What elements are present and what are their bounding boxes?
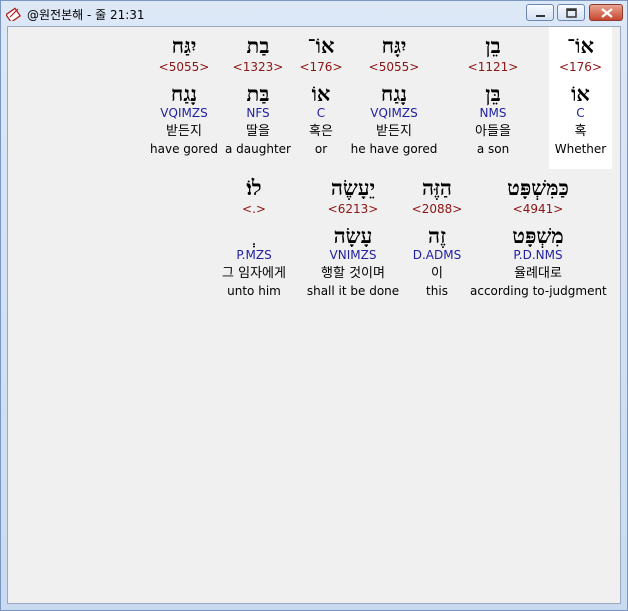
app-window: @원전본해 - 줄 21:31 יִגַּח <5055> נָגַח VQIM…	[0, 0, 628, 611]
hebrew-word: אוֹ־	[567, 33, 594, 58]
korean-gloss: 행할 것이며	[321, 266, 385, 281]
maximize-icon	[566, 8, 577, 18]
strong-number: <6213>	[327, 202, 379, 216]
hebrew-lemma: מִשְׁפָּט	[512, 223, 564, 248]
morphology-code: NMS	[479, 106, 507, 120]
morphology-code: P.D.NMS	[513, 248, 563, 262]
morphology-code: NFS	[246, 106, 270, 120]
hebrew-lemma: נָגַח	[380, 81, 408, 106]
korean-gloss: 받든지	[166, 124, 202, 139]
strong-number: <176>	[558, 60, 602, 74]
hebrew-lemma: נָגַח	[170, 81, 198, 106]
window-title: @원전본해 - 줄 21:31	[27, 8, 145, 22]
strong-number: <1323>	[232, 60, 284, 74]
english-gloss: according to-judgment	[470, 284, 607, 298]
strong-number: <5055>	[368, 60, 420, 74]
word-column[interactable]: בַת <1323> בַּת NFS 딸을 a daughter	[224, 33, 292, 156]
word-column[interactable]: יִגָּח <5055> נָגַח VQIMZS 받든지 he have g…	[350, 33, 438, 156]
hebrew-word: יִגָּח	[381, 33, 407, 58]
english-gloss: this	[426, 284, 448, 298]
korean-gloss: 아들을	[475, 124, 511, 139]
interlinear-panel[interactable]: יִגַּח <5055> נָגַח VQIMZS 받든지 have gore…	[7, 26, 621, 604]
morphology-code: C	[576, 106, 585, 120]
morphology-code: C	[316, 106, 326, 120]
word-column[interactable]: יֵעָשֶׂה <6213> עָשָׂה VNIMZS 행할 것이며 sha…	[304, 175, 402, 298]
morphology-code: D.ADMS	[412, 248, 462, 262]
english-gloss: Whether	[554, 142, 607, 156]
hebrew-lemma: בַּת	[246, 81, 270, 106]
english-gloss: he have gored	[350, 142, 438, 156]
word-column-selected[interactable]: אוֹ־ <176> אוֹ C 혹 Whether	[549, 33, 612, 156]
app-icon	[6, 7, 22, 21]
hebrew-lemma: ְ	[211, 224, 297, 248]
hebrew-word: כַּמִּשְׁפָּט	[507, 175, 569, 200]
hebrew-word: לוֹ׃	[246, 175, 262, 200]
minimize-button[interactable]	[526, 4, 554, 21]
morphology-code: VQIMZS	[160, 106, 208, 120]
english-gloss: unto him	[227, 284, 281, 298]
korean-gloss: 받든지	[376, 124, 412, 139]
strong-number: <4941>	[512, 202, 564, 216]
korean-gloss: 이	[431, 266, 443, 281]
strong-number: <1121>	[467, 60, 519, 74]
english-gloss: have gored	[150, 142, 218, 156]
maximize-button[interactable]	[557, 4, 585, 21]
word-column[interactable]: אוֹ־ <176> אוֹ C 혹은 or	[296, 33, 346, 156]
word-column[interactable]: לוֹ׃ <.> ְ P.MZS 그 임자에게 unto him	[211, 175, 297, 298]
english-gloss: a daughter	[225, 142, 291, 156]
korean-gloss: 율례대로	[514, 266, 562, 281]
hebrew-lemma: עָשָׂה	[333, 223, 373, 248]
word-column[interactable]: בֵן <1121> בֵּן NMS 아들을 a son	[460, 33, 526, 156]
close-button[interactable]	[589, 4, 623, 21]
hebrew-word: יֵעָשֶׂה	[330, 175, 376, 200]
close-icon	[601, 8, 613, 18]
hebrew-lemma: אוֹ	[311, 81, 331, 106]
english-gloss: shall it be done	[306, 284, 400, 298]
korean-gloss: 혹	[574, 124, 587, 139]
minimize-icon	[536, 15, 545, 17]
korean-gloss: 그 임자에게	[222, 266, 286, 281]
morphology-code: P.MZS	[236, 248, 272, 262]
hebrew-word: הַזֶּה	[421, 175, 452, 200]
korean-gloss: 혹은	[309, 124, 333, 139]
morphology-code: VQIMZS	[370, 106, 418, 120]
title-bar[interactable]: @원전본해 - 줄 21:31	[1, 1, 627, 25]
korean-gloss: 딸을	[246, 124, 270, 139]
hebrew-lemma: בֵּן	[485, 81, 501, 106]
word-column[interactable]: כַּמִּשְׁפָּט <4941> מִשְׁפָּט P.D.NMS 율…	[470, 175, 607, 298]
hebrew-word: יִגַּח	[171, 33, 197, 58]
hebrew-lemma: זֶה	[428, 223, 446, 248]
english-gloss: a son	[476, 142, 510, 156]
word-column[interactable]: הַזֶּה <2088> זֶה D.ADMS 이 this	[406, 175, 468, 298]
hebrew-word: אוֹ־	[307, 33, 335, 58]
strong-number: <.>	[242, 202, 266, 216]
hebrew-lemma: אוֹ	[571, 81, 590, 106]
word-column[interactable]: יִגַּח <5055> נָגַח VQIMZS 받든지 have gore…	[148, 33, 220, 156]
strong-number: <5055>	[158, 60, 210, 74]
hebrew-word: בֵן	[485, 33, 501, 58]
english-gloss: or	[314, 142, 328, 156]
hebrew-word: בַת	[246, 33, 270, 58]
strong-number: <176>	[299, 60, 343, 74]
morphology-code: VNIMZS	[329, 248, 377, 262]
strong-number: <2088>	[411, 202, 463, 216]
